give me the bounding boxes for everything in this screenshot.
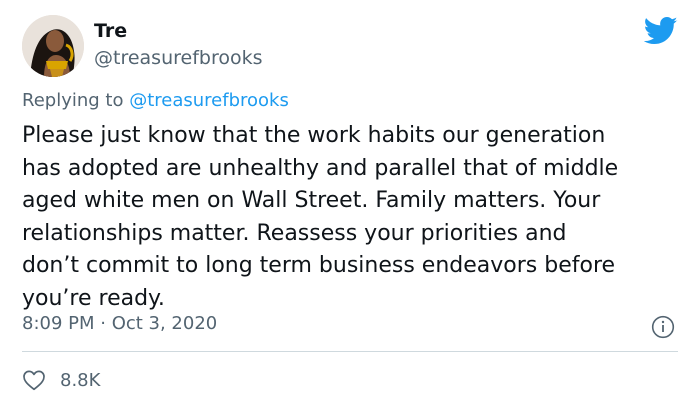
profile-photo-icon <box>22 15 84 77</box>
divider <box>22 351 678 352</box>
tweet-card: Tre @treasurefbrooks Replying to @treasu… <box>0 0 700 406</box>
tweet-text: Please just know that the work habits ou… <box>22 123 619 311</box>
info-icon[interactable] <box>651 315 675 339</box>
reply-handle-link[interactable]: @treasurefbrooks <box>129 90 289 111</box>
like-button[interactable]: 8.8K <box>22 367 100 393</box>
author-handle[interactable]: @treasurefbrooks <box>94 47 263 69</box>
heart-icon[interactable] <box>22 369 46 391</box>
avatar[interactable] <box>22 15 84 77</box>
tweet-timestamp[interactable]: 8:09 PM · Oct 3, 2020 <box>22 313 217 334</box>
like-count: 8.8K <box>60 369 101 391</box>
twitter-bird-icon[interactable] <box>644 16 678 46</box>
author-name[interactable]: Tre <box>94 20 127 42</box>
replying-to: Replying to @treasurefbrooks <box>22 90 289 111</box>
replying-prefix: Replying to <box>22 90 130 111</box>
